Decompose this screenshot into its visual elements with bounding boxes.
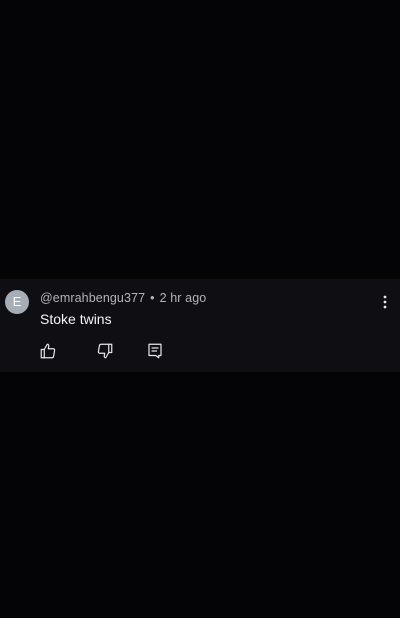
comment-card: E @emrahbengu377 • 2 hr ago Stoke twins [0, 279, 400, 372]
comment-text: Stoke twins [40, 311, 112, 327]
dislike-button[interactable] [96, 342, 114, 360]
username[interactable]: @emrahbengu377 [40, 291, 145, 305]
like-button[interactable] [39, 342, 57, 360]
avatar[interactable]: E [5, 290, 29, 314]
more-options-button[interactable] [378, 292, 392, 312]
timestamp: 2 hr ago [159, 291, 207, 305]
comment-meta: @emrahbengu377 • 2 hr ago [40, 291, 206, 305]
thumbs-up-icon [39, 342, 57, 360]
more-vertical-icon [383, 295, 387, 309]
reply-button[interactable] [146, 342, 164, 360]
reply-icon [146, 342, 164, 360]
thumbs-down-icon [96, 342, 114, 360]
meta-separator: • [150, 291, 155, 305]
